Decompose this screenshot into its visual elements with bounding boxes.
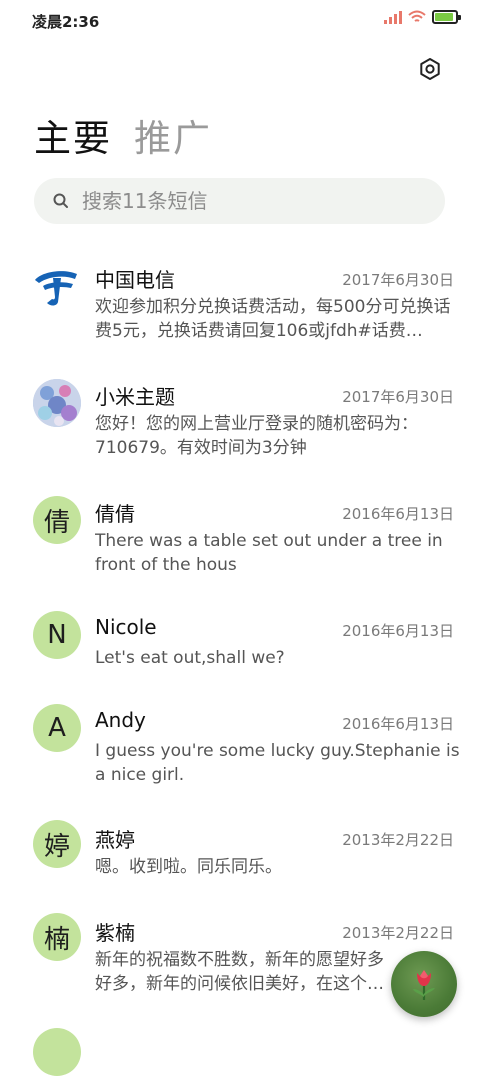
message-preview: There was a table set out under a tree i… <box>95 531 443 575</box>
avatar: 楠 <box>33 913 81 961</box>
search-icon <box>53 193 68 208</box>
message-date: 2016年6月13日 <box>342 505 454 523</box>
contact-name: Andy <box>95 708 146 732</box>
message-date: 2016年6月13日 <box>342 715 454 733</box>
contact-name: 紫楠 <box>95 921 135 945</box>
avatar: 倩 <box>33 496 81 544</box>
wifi-icon <box>408 10 426 24</box>
message-date: 2016年6月13日 <box>342 622 454 640</box>
message-date: 2017年6月30日 <box>342 388 454 406</box>
status-bar: 凌晨2:36 <box>0 0 480 40</box>
contact-name: Nicole <box>95 615 157 639</box>
contact-name: 倩倩 <box>95 502 135 526</box>
avatar: A <box>33 704 81 752</box>
tulip-icon <box>413 970 435 1000</box>
search-input[interactable] <box>80 188 414 214</box>
avatar: 婷 <box>33 820 81 868</box>
tab-bar: 主要 推广 <box>34 108 212 162</box>
settings-button[interactable] <box>416 55 444 83</box>
tab-primary[interactable]: 主要 <box>34 108 112 162</box>
message-preview: Let's eat out,shall we? <box>95 648 285 668</box>
contact-name: 燕婷 <box>95 828 135 852</box>
signal-icon <box>384 10 402 24</box>
status-time: 凌晨2:36 <box>32 13 100 31</box>
message-date: 2013年2月22日 <box>342 924 454 942</box>
battery-icon <box>432 10 461 24</box>
message-date: 2013年2月22日 <box>342 831 454 849</box>
china-telecom-logo <box>35 271 77 306</box>
message-preview: 欢迎参加积分兑换话费活动，每500分可兑换话费5元，兑换话费请回复106或jfd… <box>95 297 451 341</box>
search-bar[interactable] <box>34 178 445 224</box>
tab-promotions[interactable]: 推广 <box>134 108 212 162</box>
message-preview: I guess you're some lucky guy.Stephanie … <box>95 741 460 785</box>
message-preview: 您好！您的网上营业厅登录的随机密码为：710679。有效时间为3分钟 <box>95 414 418 458</box>
avatar <box>33 262 81 310</box>
contact-name: 小米主题 <box>95 385 175 409</box>
theme-image-icon <box>33 379 81 427</box>
message-preview: 新年的祝福数不胜数，新年的愿望好多好多，新年的问候依旧美好，在这个温馨的时刻 <box>95 950 384 994</box>
settings-hexagon-icon <box>420 58 440 80</box>
avatar: N <box>33 611 81 659</box>
avatar <box>33 379 81 427</box>
message-date: 2017年6月30日 <box>342 271 454 289</box>
message-preview: 嗯。收到啦。同乐同乐。 <box>95 857 282 877</box>
contact-name: 中国电信 <box>95 268 175 292</box>
status-icons <box>384 10 461 24</box>
avatar <box>33 1028 81 1076</box>
compose-button[interactable] <box>391 951 457 1017</box>
